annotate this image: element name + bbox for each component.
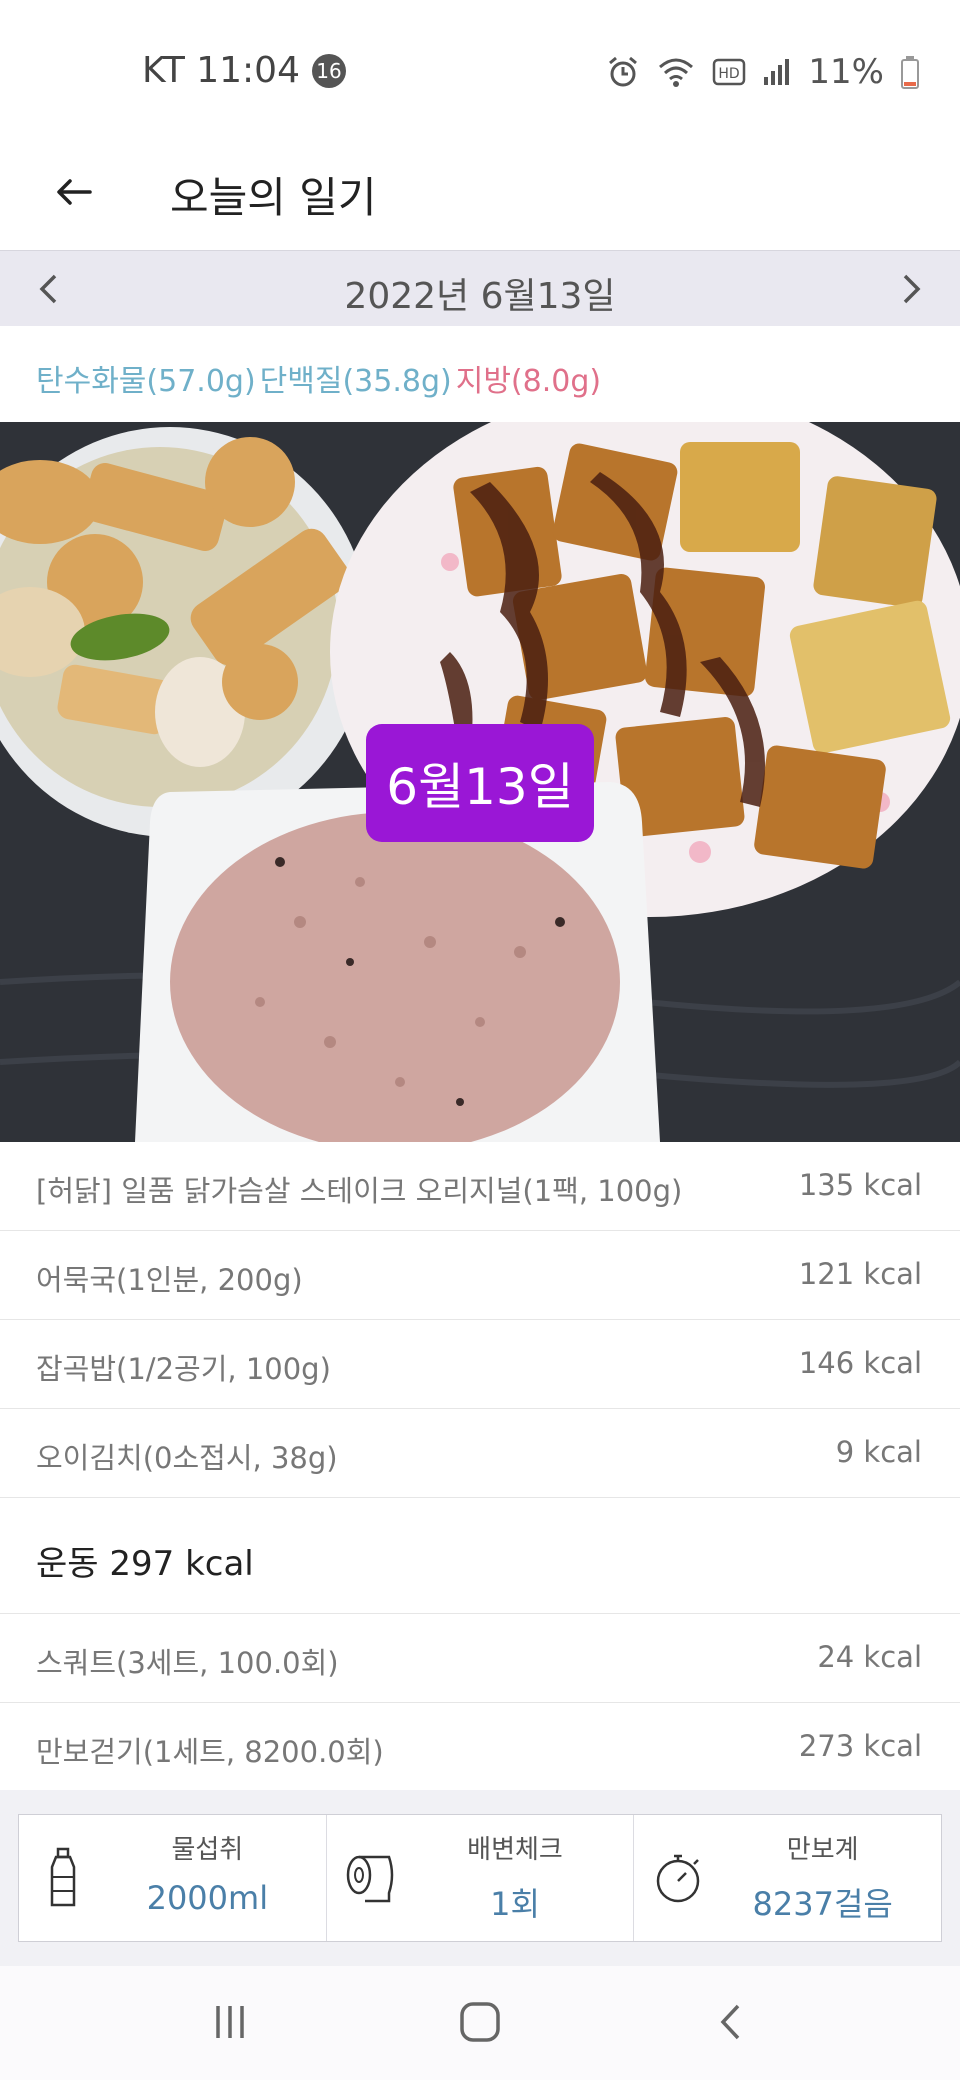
wifi-icon: [656, 55, 696, 89]
food-kcal: 121 kcal: [798, 1257, 922, 1291]
current-date: 2022년 6월13일: [344, 276, 616, 317]
notification-count-badge: 16: [312, 53, 346, 88]
toilet-paper-icon: [341, 1843, 401, 1913]
recents-button[interactable]: [190, 1992, 270, 2052]
food-item[interactable]: [허닭] 일품 닭가슴살 스테이크 오리지널(1팩, 100g) 135 kca…: [0, 1142, 960, 1231]
signal-icon: [762, 57, 792, 87]
exercise-title: 운동 297 kcal: [36, 1544, 254, 1584]
carrier-time: KT 11:04: [142, 50, 300, 91]
food-kcal: 9 kcal: [835, 1435, 922, 1469]
water-bottle-icon: [33, 1843, 93, 1913]
protein-amount: 단백질(35.8g): [259, 364, 452, 399]
fat-amount: 지방(8.0g): [455, 364, 602, 399]
page-title: 오늘의 일기: [170, 173, 377, 222]
status-right: HD 11%: [606, 52, 920, 92]
home-button[interactable]: [440, 1992, 520, 2052]
food-kcal: 135 kcal: [798, 1168, 922, 1202]
pedometer-tracker[interactable]: 만보계 8237걸음: [634, 1815, 941, 1941]
bowel-value: 1회: [490, 1885, 540, 1923]
battery-icon: [900, 55, 920, 89]
exercise-section-header: 운동 297 kcal: [0, 1498, 960, 1614]
food-name: 오이김치(0소접시, 38g): [36, 1441, 338, 1475]
exercise-kcal: 24 kcal: [817, 1640, 922, 1674]
hd-icon: HD: [712, 58, 746, 86]
macro-summary: 탄수화물(57.0g) 단백질(35.8g) 지방(8.0g): [36, 356, 601, 400]
food-kcal: 146 kcal: [798, 1346, 922, 1380]
carb-amount: 탄수화물(57.0g): [36, 364, 256, 399]
water-tracker[interactable]: 물섭취 2000ml: [19, 1815, 327, 1941]
date-navigation: 2022년 6월13일: [0, 250, 960, 326]
food-name: [허닭] 일품 닭가슴살 스테이크 오리지널(1팩, 100g): [36, 1174, 683, 1208]
food-name: 어묵국(1인분, 200g): [36, 1263, 303, 1297]
nav-back-button[interactable]: [690, 1992, 770, 2052]
chevron-right-icon: [903, 274, 921, 304]
tracker-area: 물섭취 2000ml 배변체크 1회 만보계 8237걸음: [0, 1790, 960, 1966]
exercise-name: 스쿼트(3세트, 100.0회): [36, 1646, 339, 1680]
exercise-item[interactable]: 스쿼트(3세트, 100.0회) 24 kcal: [0, 1614, 960, 1703]
food-name: 잡곡밥(1/2공기, 100g): [36, 1352, 331, 1386]
food-item[interactable]: 잡곡밥(1/2공기, 100g) 146 kcal: [0, 1320, 960, 1409]
food-item[interactable]: 어묵국(1인분, 200g) 121 kcal: [0, 1231, 960, 1320]
arrow-left-icon: [57, 179, 92, 205]
back-button[interactable]: [44, 162, 104, 222]
home-icon: [460, 2002, 500, 2042]
system-nav-bar: [0, 1966, 960, 2080]
meal-photo[interactable]: 6월13일: [0, 422, 960, 1142]
pedometer-value: 8237걸음: [752, 1885, 893, 1923]
tracker-card: 물섭취 2000ml 배변체크 1회 만보계 8237걸음: [18, 1814, 942, 1942]
exercise-item[interactable]: 만보걷기(1세트, 8200.0회) 273 kcal: [0, 1703, 960, 1792]
recents-icon: [216, 2006, 244, 2038]
water-label: 물섭취: [171, 1835, 244, 1865]
food-item[interactable]: 오이김치(0소접시, 38g) 9 kcal: [0, 1409, 960, 1498]
app-header: 오늘의 일기: [0, 140, 960, 250]
next-date-button[interactable]: [884, 261, 940, 317]
exercise-kcal: 273 kcal: [798, 1729, 922, 1763]
bowel-tracker[interactable]: 배변체크 1회: [327, 1815, 635, 1941]
water-value: 2000ml: [146, 1879, 269, 1917]
food-list: [허닭] 일품 닭가슴살 스테이크 오리지널(1팩, 100g) 135 kca…: [0, 1142, 960, 1792]
stopwatch-icon: [648, 1843, 708, 1913]
status-bar: KT 11:04 16 HD 11%: [0, 0, 960, 140]
exercise-name: 만보걷기(1세트, 8200.0회): [36, 1735, 384, 1769]
status-left: KT 11:04 16: [142, 50, 346, 91]
svg-text:HD: HD: [719, 66, 740, 82]
pedometer-label: 만보계: [786, 1835, 859, 1865]
bowel-label: 배변체크: [467, 1835, 563, 1865]
battery-percent: 11%: [808, 52, 884, 92]
photo-date-label: 6월13일: [366, 724, 594, 842]
back-icon: [720, 2004, 740, 2040]
alarm-icon: [606, 55, 640, 89]
